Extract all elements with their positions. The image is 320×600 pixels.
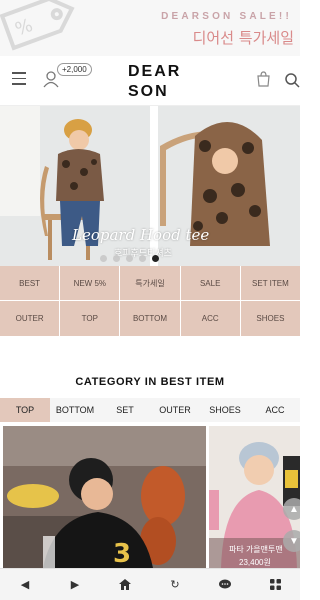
price-tag-icon: %: [0, 0, 75, 51]
slider-dot[interactable]: [126, 255, 133, 262]
product-price: 23,400원: [239, 558, 271, 567]
site-logo[interactable]: DEAR SON: [128, 62, 188, 102]
product-list: 3 파타 가을맨투맨 23,400원 ▲ ▼: [0, 426, 300, 568]
home-icon: [119, 579, 131, 590]
back-button[interactable]: ◀: [0, 569, 50, 600]
category-shoes[interactable]: SHOES: [240, 301, 300, 336]
category-top[interactable]: TOP: [60, 301, 120, 336]
banner-title: DEARSON SALE!!: [161, 11, 292, 22]
site-header: +2,000 DEAR SON: [0, 56, 300, 106]
product-image: 3: [3, 426, 206, 568]
chat-icon: [219, 579, 231, 589]
tab-set[interactable]: SET: [100, 398, 150, 422]
category-acc[interactable]: ACC: [180, 301, 240, 336]
chat-button[interactable]: [200, 569, 250, 600]
hero-slider[interactable]: Leopard Hood tee 호피후드티셔츠: [0, 106, 300, 266]
tab-outer[interactable]: OUTER: [150, 398, 200, 422]
best-item-title: CATEGORY IN BEST ITEM: [75, 376, 225, 388]
slider-dots: [100, 255, 159, 262]
points-badge: +2,000: [57, 63, 92, 76]
chevron-up-icon: ▲: [289, 503, 299, 515]
logo-line1: DEAR: [128, 63, 182, 80]
svg-text:%: %: [12, 15, 35, 41]
banner-subtitle: 디어선 특가세일: [192, 29, 294, 47]
refresh-button[interactable]: ↻: [150, 569, 200, 600]
tab-bottom[interactable]: BOTTOM: [50, 398, 100, 422]
best-item-tabs: TOP BOTTOM SET OUTER SHOES ACC: [0, 398, 300, 422]
search-icon[interactable]: [284, 72, 300, 88]
tab-shoes[interactable]: SHOES: [200, 398, 250, 422]
chevron-down-icon: ▼: [289, 535, 299, 547]
tab-top[interactable]: TOP: [0, 398, 50, 422]
slider-dot-active[interactable]: [152, 255, 159, 262]
forward-icon: ▶: [70, 579, 80, 591]
back-icon: ◀: [20, 579, 30, 591]
slider-dot[interactable]: [100, 255, 107, 262]
category-bottom[interactable]: BOTTOM: [120, 301, 180, 336]
top-promo-banner[interactable]: % DEARSON SALE!! 디어선 특가세일: [0, 0, 300, 56]
category-sale[interactable]: SALE: [180, 266, 240, 300]
slider-dot[interactable]: [139, 255, 146, 262]
hero-caption: Leopard Hood tee: [72, 226, 210, 244]
logo-line2: SON: [128, 83, 169, 100]
product-name: 파타 가을맨투맨: [229, 545, 283, 554]
grid-icon: [269, 579, 281, 590]
category-new[interactable]: NEW 5%: [60, 266, 120, 300]
scroll-down-button[interactable]: ▼: [283, 530, 300, 552]
category-set-item[interactable]: SET ITEM: [240, 266, 300, 300]
svg-text:3: 3: [113, 539, 131, 568]
scroll-up-button[interactable]: ▲: [283, 498, 300, 520]
home-button[interactable]: [100, 569, 150, 600]
tab-acc[interactable]: ACC: [250, 398, 300, 422]
category-grid: BEST NEW 5% 특가세일 SALE SET ITEM OUTER TOP…: [0, 266, 300, 336]
refresh-icon: ↻: [170, 579, 180, 591]
category-outer[interactable]: OUTER: [0, 301, 60, 336]
category-special-sale[interactable]: 특가세일: [120, 266, 180, 300]
menu-icon[interactable]: [12, 72, 26, 86]
browser-bottom-nav: ◀ ▶ ↻: [0, 568, 300, 600]
menu-grid-button[interactable]: [250, 569, 300, 600]
slider-dot[interactable]: [113, 255, 120, 262]
product-card[interactable]: 3: [3, 426, 206, 568]
forward-button[interactable]: ▶: [50, 569, 100, 600]
cart-icon[interactable]: [256, 71, 271, 87]
category-best[interactable]: BEST: [0, 266, 60, 300]
